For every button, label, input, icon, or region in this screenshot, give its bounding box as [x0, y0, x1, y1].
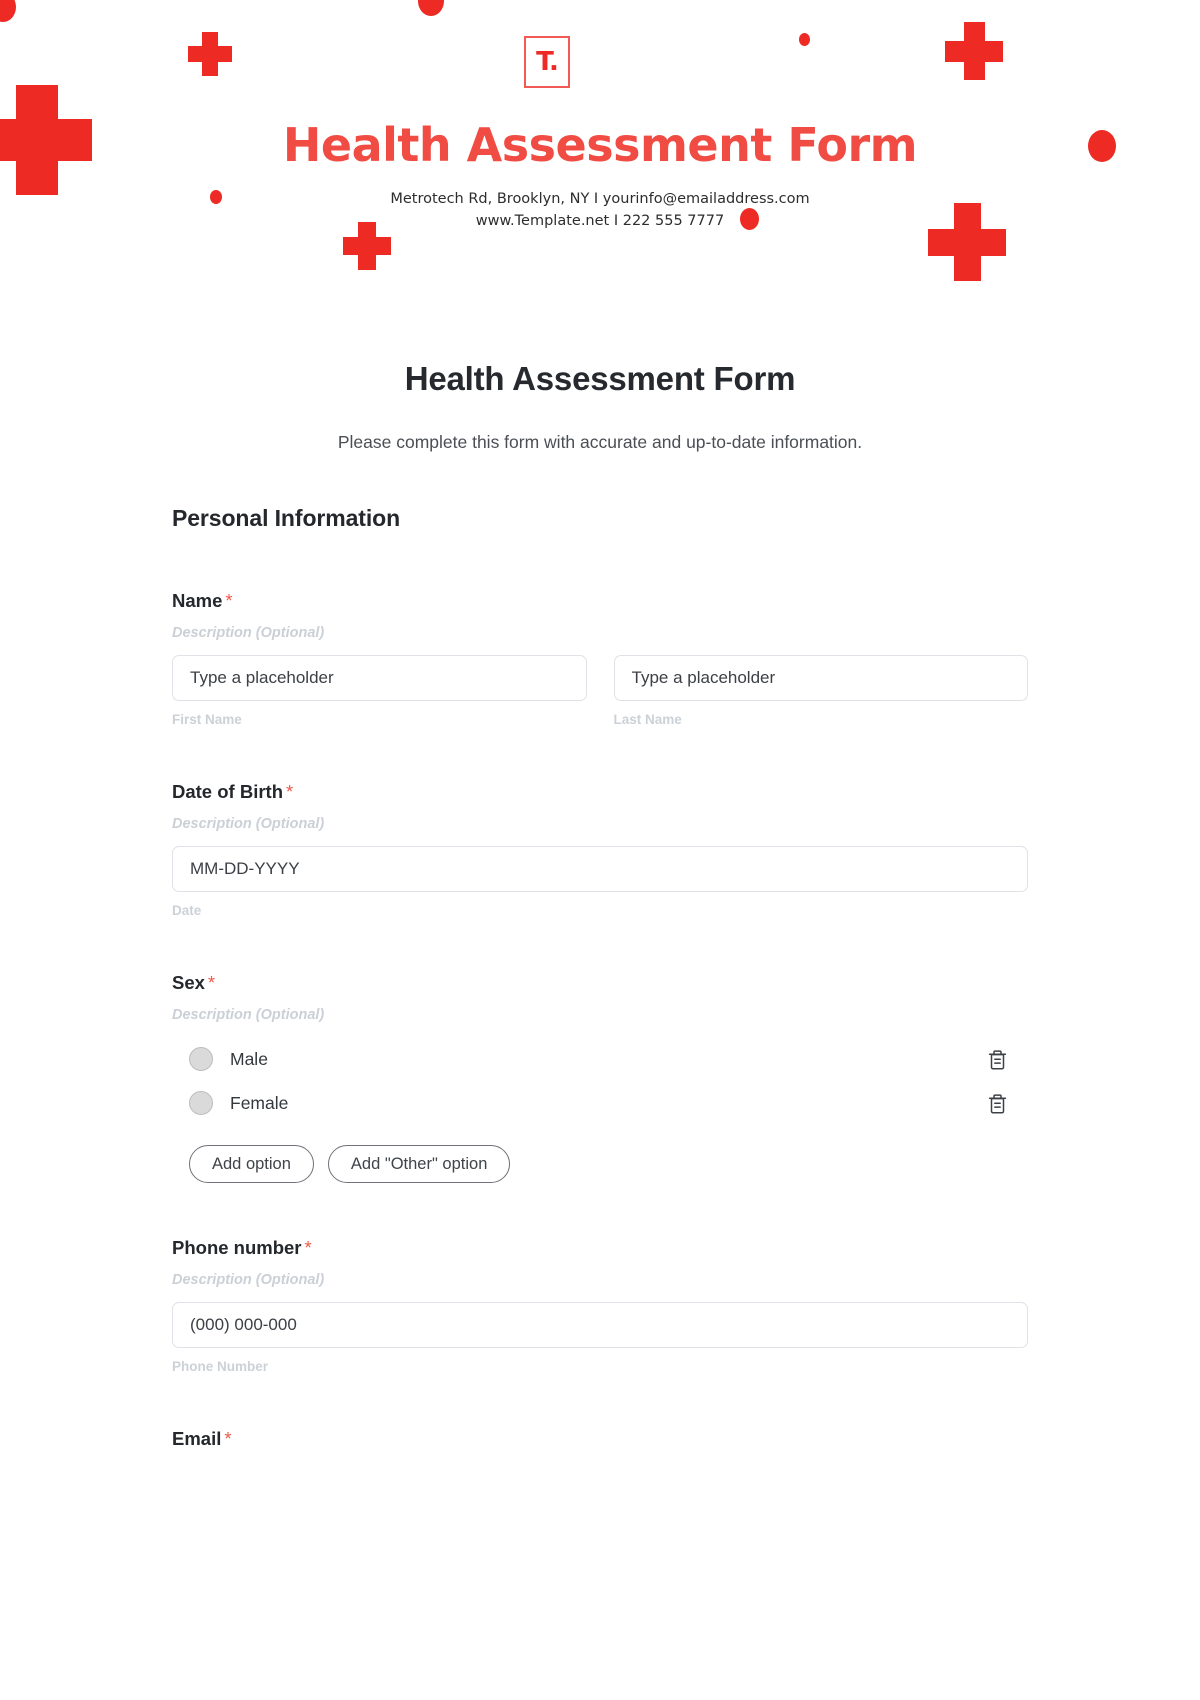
option-row-female[interactable]: Female: [172, 1081, 1028, 1125]
required-marker: *: [225, 590, 233, 611]
last-name-group: Last Name: [613, 655, 1028, 727]
date-of-birth-sublabel: Date: [172, 903, 202, 918]
first-name-sublabel: First Name: [172, 712, 242, 727]
field-sex: Sex * Description (Optional) Male Female…: [172, 972, 1028, 1183]
form-container: Personal Information Name * Description (…: [172, 505, 1028, 1450]
decorative-dot: [799, 33, 810, 46]
delete-option-male-button[interactable]: [984, 1046, 1010, 1072]
field-name: Name* Description (Optional) First Name …: [172, 590, 1028, 727]
field-email: Email *: [172, 1428, 1028, 1450]
decorative-dot: [0, 0, 16, 22]
banner-contact-info: Metrotech Rd, Brooklyn, NY I yourinfo@em…: [0, 188, 1200, 233]
trash-icon: [987, 1048, 1008, 1071]
banner-contact-line-2: www.Template.net I 222 555 7777: [475, 213, 725, 230]
radio-female[interactable]: [189, 1091, 213, 1115]
field-phone-number: Phone number* Description (Optional) Pho…: [172, 1237, 1028, 1374]
field-label-phone-number-text: Phone number: [172, 1237, 302, 1258]
decorative-cross: [945, 22, 1003, 80]
option-action-buttons: Add option Add "Other" option: [172, 1145, 1028, 1183]
trash-icon: [987, 1092, 1008, 1115]
required-marker: *: [286, 781, 294, 802]
field-description-name: Description (Optional): [172, 625, 325, 641]
option-row-male[interactable]: Male: [172, 1037, 1028, 1081]
decorative-banner: T. Health Assessment Form Metrotech Rd, …: [0, 0, 1200, 300]
phone-number-sublabel: Phone Number: [172, 1359, 269, 1374]
section-heading-personal-information: Personal Information: [172, 505, 401, 531]
form-sheet: Health Assessment Form Please complete t…: [0, 300, 1200, 1450]
field-label-sex: Sex *: [172, 972, 1028, 994]
required-marker: *: [207, 972, 216, 993]
banner-contact-line-1: Metrotech Rd, Brooklyn, NY I yourinfo@em…: [390, 191, 810, 207]
add-option-button[interactable]: Add option: [189, 1145, 314, 1183]
field-label-email: Email *: [172, 1428, 1028, 1450]
field-label-date-of-birth: Date of Birth *: [172, 781, 1028, 803]
field-label-date-of-birth-text: Date of Birth: [172, 781, 283, 802]
field-label-name: Name *: [172, 590, 1028, 612]
option-label-male: Male: [230, 1048, 268, 1069]
field-label-phone-number: Phone number *: [172, 1237, 1028, 1259]
radio-male[interactable]: [189, 1047, 213, 1071]
last-name-input[interactable]: [613, 655, 1028, 701]
field-description-date-of-birth: Description (Optional): [172, 816, 325, 832]
phone-number-input[interactable]: [172, 1302, 1028, 1348]
field-label-name-text: Name: [172, 590, 223, 611]
date-of-birth-input[interactable]: [172, 846, 1028, 892]
field-label-email-text: Email: [172, 1428, 222, 1449]
first-name-input[interactable]: [172, 655, 587, 701]
page-title: Health Assessment Form: [404, 360, 796, 397]
field-description-phone-number: Description (Optional): [172, 1272, 325, 1288]
delete-option-female-button[interactable]: [984, 1090, 1010, 1116]
field-label-sex-text: Sex: [172, 972, 205, 993]
last-name-sublabel: Last Name: [613, 712, 682, 727]
option-label-female: Female: [230, 1092, 289, 1113]
decorative-dot: [418, 0, 444, 16]
decorative-cross: [188, 32, 232, 76]
name-inputs-row: First Name Last Name: [172, 655, 1028, 727]
template-net-logo-icon: T.: [524, 36, 570, 88]
field-description-sex: Description (Optional): [172, 1007, 325, 1023]
required-marker: *: [224, 1428, 232, 1449]
banner-title: Health Assessment Form: [282, 118, 918, 172]
required-marker: *: [304, 1237, 312, 1258]
logo-mark-text: T.: [536, 47, 559, 77]
field-date-of-birth: Date of Birth* Description (Optional) Da…: [172, 781, 1028, 918]
first-name-group: First Name: [172, 655, 587, 727]
page-subtitle: Please complete this form with accurate …: [337, 432, 863, 452]
add-other-option-button[interactable]: Add "Other" option: [327, 1145, 511, 1183]
